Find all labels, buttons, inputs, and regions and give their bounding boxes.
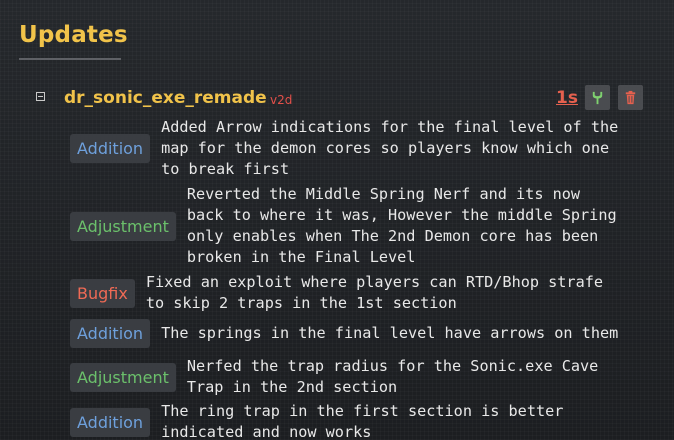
delete-button[interactable] xyxy=(618,85,643,110)
edit-button[interactable] xyxy=(585,85,610,110)
change-text-line: to break first xyxy=(161,160,290,178)
mod-version: v2d xyxy=(270,93,293,107)
change-description: The springs in the final level have arro… xyxy=(161,323,618,344)
change-item: Addition Added Arrow indications for the… xyxy=(70,117,618,180)
change-type-badge: Adjustment xyxy=(70,362,176,392)
change-description: Fixed an exploit where players can RTD/B… xyxy=(146,272,603,314)
change-text-line: map for the demon cores so players know … xyxy=(161,139,610,157)
change-description: Reverted the Middle Spring Nerf and its … xyxy=(187,184,617,268)
change-text-line: to skip 2 traps in the 1st section xyxy=(145,294,457,312)
title-divider xyxy=(19,58,121,60)
time-ago-link[interactable]: 1s xyxy=(556,88,578,108)
change-text-line: Fixed an exploit where players can RTD/B… xyxy=(145,273,604,291)
change-type-badge: Addition xyxy=(70,407,151,437)
change-type-badge: Addition xyxy=(70,319,151,348)
change-text-line: Added Arrow indications for the final le… xyxy=(161,118,619,136)
change-description: The ring trap in the first section is be… xyxy=(161,401,563,440)
trash-icon xyxy=(625,90,636,105)
change-item: Adjustment Reverted the Middle Spring Ne… xyxy=(70,184,617,268)
change-text-line: broken in the Final Level xyxy=(186,248,416,266)
change-text-line: Trap in the 2nd section xyxy=(186,378,398,396)
change-text-line: back to where it was, However the middle… xyxy=(186,206,617,224)
change-item: Addition The ring trap in the first sect… xyxy=(70,401,563,440)
change-text-line: indicated and now works xyxy=(161,423,372,440)
collapse-toggle-icon[interactable] xyxy=(36,92,45,101)
wrench-icon xyxy=(592,91,603,105)
change-item: Bugfix Fixed an exploit where players ca… xyxy=(70,272,603,314)
change-text-line: Nerfed the trap radius for the Sonic.exe… xyxy=(186,357,599,375)
change-description: Added Arrow indications for the final le… xyxy=(161,117,618,180)
mod-name: dr_sonic_exe_remade xyxy=(64,88,267,108)
change-text-line: Reverted the Middle Spring Nerf and its … xyxy=(186,185,581,203)
change-item: Adjustment Nerfed the trap radius for th… xyxy=(70,356,598,398)
change-description: Nerfed the trap radius for the Sonic.exe… xyxy=(187,356,598,398)
change-text-line: The ring trap in the first section is be… xyxy=(161,402,564,420)
change-item: Addition The springs in the final level … xyxy=(70,319,618,348)
change-text-line: only enables when The 2nd Demon core has… xyxy=(186,227,599,245)
section-title: Updates xyxy=(19,22,128,48)
change-type-badge: Bugfix xyxy=(70,278,135,308)
change-type-badge: Adjustment xyxy=(70,211,176,241)
change-type-badge: Addition xyxy=(70,134,151,163)
change-text-line: The springs in the final level have arro… xyxy=(161,324,619,342)
